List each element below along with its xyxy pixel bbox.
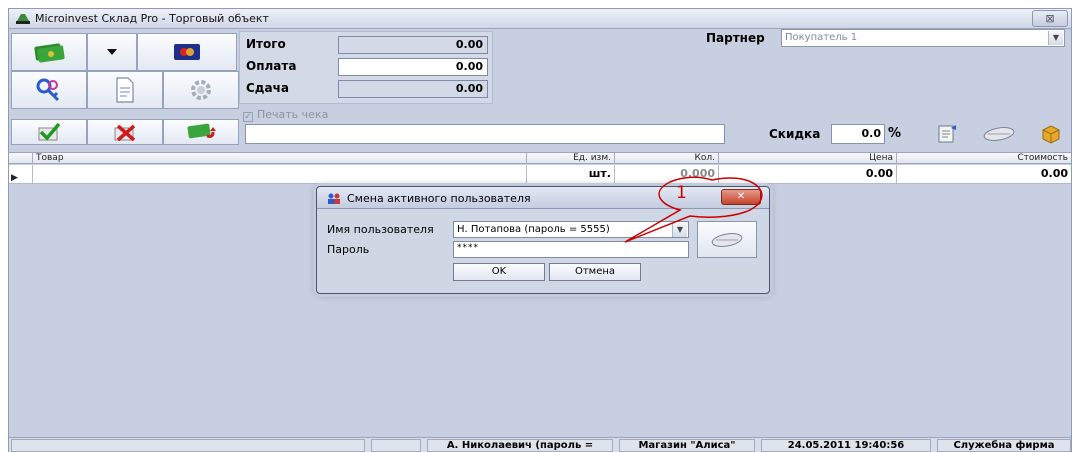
login-button[interactable] xyxy=(11,71,87,109)
cell-qty[interactable]: 0.000 xyxy=(615,165,719,183)
discount-label: Скидка xyxy=(769,127,821,141)
chevron-down-icon[interactable]: ▼ xyxy=(1048,31,1063,45)
payment-menu-button[interactable] xyxy=(87,33,137,71)
card-login-button[interactable] xyxy=(697,221,757,258)
ok-button[interactable]: OK xyxy=(453,263,545,281)
row-indicator-cell: ▶ xyxy=(9,165,33,183)
dialog-close-button[interactable]: ✕ xyxy=(721,189,761,205)
column-price[interactable]: Цена xyxy=(719,153,897,164)
cash-return-icon xyxy=(187,123,216,139)
card-reader-button[interactable] xyxy=(977,122,1021,146)
keys-icon xyxy=(36,78,60,102)
chevron-down-icon[interactable]: ▼ xyxy=(672,223,687,237)
app-icon xyxy=(16,14,30,24)
card-reader-icon xyxy=(711,232,743,247)
status-company: Служебна фирма xyxy=(937,439,1071,452)
settings-button[interactable] xyxy=(163,71,239,109)
grid-header: Товар Ед. изм. Кол. Цена Стоимость xyxy=(9,152,1071,164)
discount-field[interactable]: 0.0 xyxy=(831,124,885,144)
box-icon xyxy=(1042,125,1060,144)
status-store: Магазин "Алиса" xyxy=(619,439,755,452)
column-qty[interactable]: Кол. xyxy=(615,153,719,164)
window-close-button[interactable]: ⊠ xyxy=(1032,10,1068,27)
notepad-icon xyxy=(938,125,956,143)
users-icon xyxy=(328,193,340,204)
total-label: Итого xyxy=(246,37,286,51)
payment-label: Оплата xyxy=(246,59,297,73)
dialog-title-bar: Смена активного пользователя ✕ xyxy=(317,187,769,209)
check-icon xyxy=(38,122,61,141)
status-bar: А. Николаевич (пароль = Магазин "Алиса" … xyxy=(9,437,1071,452)
refund-button[interactable] xyxy=(163,119,239,145)
item-search-input[interactable] xyxy=(245,124,725,144)
column-cost[interactable]: Стоимость xyxy=(897,153,1071,164)
column-item[interactable]: Товар xyxy=(33,153,527,164)
new-document-button[interactable] xyxy=(87,71,163,109)
totals-panel: Итого 0.00 Оплата 0.00 Сдача 0.00 xyxy=(239,31,493,104)
cell-unit[interactable]: шт. xyxy=(527,165,615,183)
username-label: Имя пользователя xyxy=(327,223,434,236)
card-icon xyxy=(174,44,200,60)
notes-button[interactable] xyxy=(925,122,969,146)
status-datetime: 24.05.2011 19:40:56 xyxy=(761,439,931,452)
total-field: 0.00 xyxy=(338,36,488,54)
discount-unit: % xyxy=(888,126,902,141)
confirm-button[interactable] xyxy=(11,119,87,145)
change-field: 0.00 xyxy=(338,80,488,98)
dropdown-arrow-icon xyxy=(107,49,117,55)
title-bar: Microinvest Склад Pro - Торговый объект … xyxy=(9,9,1071,29)
change-label: Сдача xyxy=(246,81,289,95)
cell-item[interactable] xyxy=(33,165,527,183)
delete-icon xyxy=(114,124,136,142)
grid-header-indicator xyxy=(9,153,33,164)
gear-icon xyxy=(191,80,211,100)
cash-icon xyxy=(34,43,65,63)
change-user-dialog: Смена активного пользователя ✕ Имя польз… xyxy=(316,186,770,294)
row-pointer-icon: ▶ xyxy=(11,173,18,183)
table-row[interactable]: ▶ шт. 0.000 0.00 0.00 xyxy=(9,165,1071,184)
window-title: Microinvest Склад Pro - Торговый объект xyxy=(35,12,269,25)
partner-select[interactable]: Покупатель 1 ▼ xyxy=(781,29,1065,47)
dialog-title: Смена активного пользователя xyxy=(347,192,531,205)
print-receipt-label: Печать чека xyxy=(257,108,329,121)
checkbox-check-icon: ✓ xyxy=(243,112,253,122)
username-select[interactable]: Н. Потапова (пароль = 5555) ▼ xyxy=(453,221,689,238)
password-label: Пароль xyxy=(327,243,370,256)
card-reader-icon xyxy=(983,127,1015,141)
cancel-sale-button[interactable] xyxy=(87,119,163,145)
column-unit[interactable]: Ед. изм. xyxy=(527,153,615,164)
document-icon xyxy=(116,77,134,103)
status-cell-1 xyxy=(11,439,365,452)
cash-payment-button[interactable] xyxy=(11,33,87,71)
cancel-button[interactable]: Отмена xyxy=(549,263,641,281)
password-field[interactable]: **** xyxy=(453,241,689,258)
partner-label: Партнер xyxy=(706,31,765,45)
username-value: Н. Потапова (пароль = 5555) xyxy=(457,224,610,235)
card-payment-button[interactable] xyxy=(137,33,237,71)
callout-number: 1 xyxy=(676,183,687,203)
goods-button[interactable] xyxy=(1029,122,1073,146)
print-receipt-checkbox[interactable]: ✓ Печать чека xyxy=(243,108,328,122)
partner-value: Покупатель 1 xyxy=(785,32,858,43)
cell-price[interactable]: 0.00 xyxy=(719,165,897,183)
status-cell-2 xyxy=(371,439,421,452)
cell-cost[interactable]: 0.00 xyxy=(897,165,1071,183)
payment-field[interactable]: 0.00 xyxy=(338,58,488,76)
status-user: А. Николаевич (пароль = xyxy=(427,439,613,452)
